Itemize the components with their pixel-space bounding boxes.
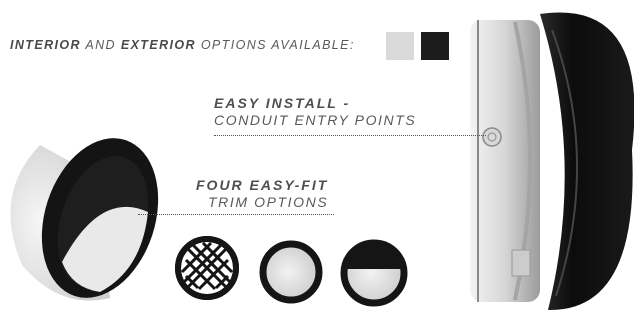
install-leader-line <box>214 135 486 136</box>
swatch-light <box>386 32 414 60</box>
conduit-entry-point-icon <box>482 127 502 147</box>
options-available-text: INTERIOR AND EXTERIOR OPTIONS AVAILABLE: <box>10 38 355 52</box>
eyelid-trim-icon <box>340 239 408 307</box>
side-view-fitting <box>470 12 634 311</box>
and-label: AND <box>85 38 116 52</box>
trim-leader-line <box>138 214 334 215</box>
crosshatch-grille-trim-icon <box>175 236 239 300</box>
easy-install-subtitle: CONDUIT ENTRY POINTS <box>214 112 417 128</box>
swatch-dark <box>421 32 449 60</box>
round-ring-trim-icon <box>259 240 323 304</box>
interior-label: INTERIOR <box>10 38 81 52</box>
easy-install-callout: EASY INSTALL - CONDUIT ENTRY POINTS <box>214 94 416 129</box>
easy-install-title: EASY INSTALL - <box>214 95 351 111</box>
trim-options-callout: FOUR EASY-FIT TRIM OPTIONS <box>196 176 328 211</box>
exterior-label: EXTERIOR <box>120 38 196 52</box>
options-available-label: OPTIONS AVAILABLE: <box>200 38 355 52</box>
eyelid-fitting-3d <box>10 138 159 301</box>
trim-options-title: FOUR EASY-FIT <box>196 177 329 193</box>
trim-options-subtitle: TRIM OPTIONS <box>207 194 329 210</box>
